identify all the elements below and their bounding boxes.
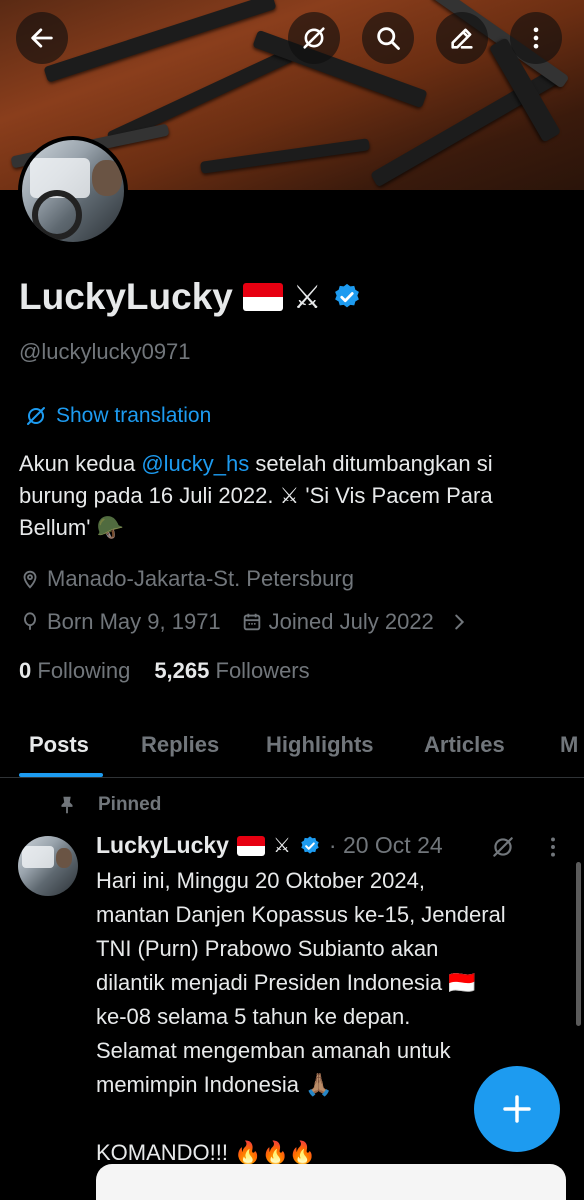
search-button[interactable]: [362, 12, 414, 64]
post-text-line: mantan Danjen Kopassus ke-15, Jenderal: [96, 902, 506, 927]
location-pin-icon: [23, 570, 37, 589]
location-text: Manado-Jakarta-St. Petersburg: [47, 566, 354, 591]
post-avatar[interactable]: [18, 836, 78, 896]
followers-link[interactable]: 5,265 Followers: [154, 658, 309, 684]
tab-replies[interactable]: Replies: [141, 732, 219, 758]
following-count: 0: [19, 658, 32, 683]
show-translation-label: Show translation: [56, 404, 212, 427]
scrollbar[interactable]: [576, 862, 581, 1026]
bio-text: Akun kedua: [19, 451, 142, 476]
profile-name-row: LuckyLucky ⚔: [19, 276, 362, 318]
edit-profile-button[interactable]: [436, 12, 488, 64]
plus-icon: [503, 1095, 531, 1123]
profile-avatar[interactable]: [18, 136, 128, 246]
verified-badge-icon[interactable]: [332, 282, 362, 312]
bio-text: setelah ditumbangkan si: [249, 451, 493, 476]
bio-text: Bellum' 🪖: [19, 515, 124, 540]
no-translate-icon: [303, 27, 325, 49]
tab-articles[interactable]: Articles: [424, 732, 505, 758]
verified-badge-icon: [301, 835, 319, 854]
crossed-swords-icon: ⚔: [292, 279, 322, 315]
follow-stats: 0 Following 5,265 Followers: [19, 658, 310, 684]
bio-mention-link[interactable]: @lucky_hs: [141, 451, 249, 476]
translate-toggle-button[interactable]: [288, 12, 340, 64]
profile-location: Manado-Jakarta-St. Petersburg: [19, 566, 354, 592]
profile-bio: Akun kedua @lucky_hs setelah ditumbangka…: [19, 448, 575, 544]
no-translate-icon[interactable]: [490, 834, 516, 860]
following-link[interactable]: 0 Following: [19, 658, 130, 684]
active-tab-indicator: [19, 773, 103, 777]
post-text-line: TNI (Purn) Prabowo Subianto akan: [96, 936, 439, 961]
indonesia-flag-icon: [242, 283, 283, 311]
more-vertical-icon[interactable]: [540, 834, 566, 860]
edit-pencil-icon: [451, 28, 473, 49]
tab-media[interactable]: M: [560, 732, 578, 758]
back-arrow-icon: [31, 28, 53, 48]
post-media-card[interactable]: [96, 1164, 566, 1200]
post-date: · 20 Oct 24: [328, 832, 443, 858]
compose-post-button[interactable]: [474, 1066, 560, 1152]
indonesia-flag-icon: [236, 835, 265, 856]
pinned-indicator: Pinned: [56, 794, 161, 816]
birth-date: Born May 9, 1971: [47, 609, 221, 634]
balloon-icon: [24, 612, 36, 630]
join-date: Joined July 2022: [268, 609, 434, 634]
post-text-line: Hari ini, Minggu 20 Oktober 2024,: [96, 868, 425, 893]
chevron-right-icon[interactable]: [448, 611, 470, 633]
followers-count: 5,265: [154, 658, 210, 683]
post-author-name[interactable]: LuckyLucky: [96, 832, 229, 859]
bio-text: burung pada 16 Juli 2022. ⚔ 'Si Vis Pace…: [19, 483, 493, 508]
post-text-line: Selamat mengemban amanah untuk: [96, 1038, 451, 1063]
profile-handle: @luckylucky0971: [19, 339, 191, 364]
show-translation-link[interactable]: Show translation: [24, 404, 211, 428]
following-label: Following: [37, 658, 131, 683]
display-name: LuckyLucky: [19, 276, 233, 317]
profile-dates: Born May 9, 1971 Joined July 2022: [19, 609, 470, 635]
back-button[interactable]: [16, 12, 68, 64]
tab-posts[interactable]: Posts: [29, 732, 89, 758]
more-vertical-icon: [533, 27, 539, 49]
post-text-line: ke-08 selama 5 tahun ke depan.: [96, 1004, 411, 1029]
followers-label: Followers: [215, 658, 310, 683]
profile-tabs: Posts Replies Highlights Articles M: [0, 720, 584, 778]
post-text-line: dilantik menjadi Presiden Indonesia 🇮🇩: [96, 970, 476, 995]
pinned-label: Pinned: [98, 794, 162, 815]
pin-icon: [61, 796, 73, 814]
crossed-swords-icon: ⚔: [272, 835, 291, 857]
tab-highlights[interactable]: Highlights: [266, 732, 374, 758]
post-header: LuckyLucky ⚔ · 20 Oct 24: [96, 832, 443, 859]
search-icon: [377, 27, 400, 50]
no-translate-icon: [27, 407, 45, 425]
more-options-button[interactable]: [510, 12, 562, 64]
calendar-icon: [243, 613, 260, 631]
